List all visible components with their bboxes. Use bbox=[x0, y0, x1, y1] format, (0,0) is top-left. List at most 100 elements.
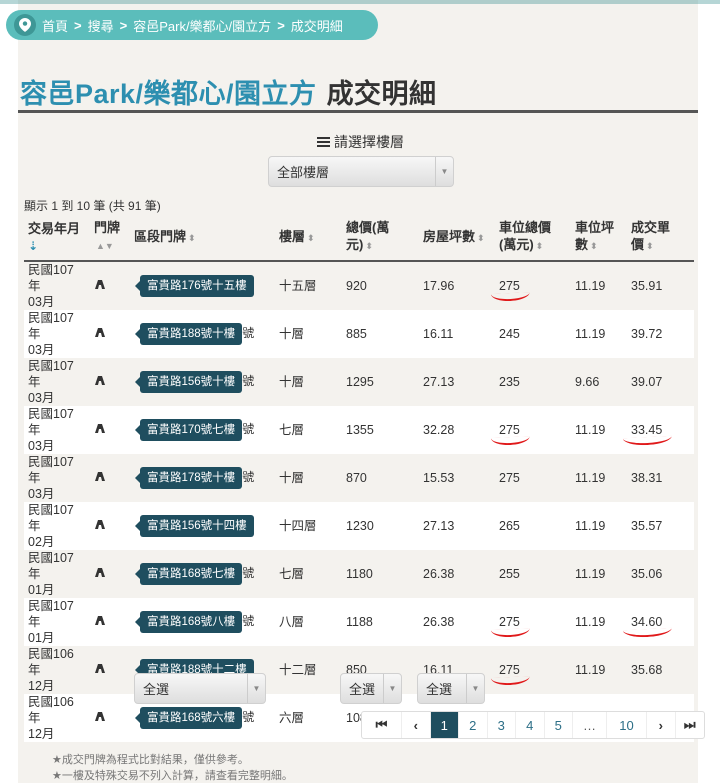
parking-price-value: 275 bbox=[499, 663, 520, 677]
cell-door[interactable] bbox=[90, 358, 130, 406]
cell-parking-area: 11.19 bbox=[575, 519, 606, 533]
col-parking-header[interactable]: 車位總價 (萬元) ⬍ bbox=[495, 214, 571, 261]
table-header-row: 交易年月 ⇣ 門牌 ▲▼ 區段門牌 ⬍ 樓層 ⬍ 總價(萬 元) ⬍ 房屋坪數 ⬍ 車位總價(… bbox=[24, 214, 694, 261]
table-row[interactable]: 民國107年 02月 富貴路156號十四樓 十四層 1230 27.13 265 11.19 3… bbox=[24, 502, 694, 550]
page-10[interactable]: 10 bbox=[607, 712, 647, 738]
menu-icon bbox=[317, 137, 330, 147]
building-icon[interactable] bbox=[94, 566, 106, 577]
building-icon[interactable] bbox=[94, 710, 106, 721]
cell-door[interactable] bbox=[90, 454, 130, 502]
cell-date: 民國107年 03月 bbox=[28, 263, 74, 309]
cell-door[interactable] bbox=[90, 406, 130, 454]
table-row[interactable]: 民國107年 01月 富貴路168號八樓號八層 1188 26.38 275 11.19 34… bbox=[24, 598, 694, 646]
cell-door[interactable] bbox=[90, 261, 130, 310]
address-tail: 號 bbox=[242, 566, 255, 580]
address-filter-select[interactable]: 全選 ▼ bbox=[134, 673, 266, 704]
total-filter-select[interactable]: 全選 ▼ bbox=[417, 673, 485, 704]
page-3[interactable]: 3 bbox=[488, 712, 516, 738]
table-row[interactable]: 民國107年 03月 富貴路176號十五樓 十五層 920 17.96 275 11.19 35… bbox=[24, 261, 694, 310]
table-row[interactable]: 民國107年 03月 富貴路178號十樓號十層 870 15.53 275 11.19 38.… bbox=[24, 454, 694, 502]
top-accent-line bbox=[0, 0, 720, 4]
building-icon[interactable] bbox=[94, 614, 106, 625]
cell-area: 27.13 bbox=[423, 519, 455, 533]
cell-door[interactable] bbox=[90, 310, 130, 358]
cell-door[interactable] bbox=[90, 598, 130, 646]
address-tail: 號 bbox=[242, 470, 255, 484]
cell-area: 17.96 bbox=[423, 279, 455, 293]
cell-floor: 十層 bbox=[279, 375, 305, 389]
red-underline-annotation: 34.60 bbox=[631, 614, 662, 630]
building-icon[interactable] bbox=[94, 662, 106, 673]
page-5[interactable]: 5 bbox=[545, 712, 573, 738]
col-date-header[interactable]: 交易年月 ⇣ bbox=[24, 214, 90, 261]
breadcrumb-separator: > bbox=[277, 17, 285, 33]
sort-icon: ⬍ bbox=[535, 241, 544, 251]
floor-select[interactable]: 全部樓層 ▼ bbox=[268, 156, 454, 187]
cell-area: 26.38 bbox=[423, 615, 455, 629]
footnotes: ★成交門牌為程式比對結果，僅供參考。 ★一樓及特殊交易不列入計算，請查看完整明細… bbox=[52, 752, 293, 783]
cell-total-price: 885 bbox=[346, 327, 367, 341]
unit-price-value: 35.06 bbox=[631, 567, 663, 581]
col-floor-header[interactable]: 樓層 ⬍ bbox=[275, 214, 342, 261]
next-page-icon[interactable]: › bbox=[647, 712, 676, 738]
address-filter-value: 全選 bbox=[143, 682, 170, 697]
cell-door[interactable] bbox=[90, 694, 130, 742]
cell-area: 16.11 bbox=[423, 327, 454, 341]
floor-filter-select[interactable]: 全選 ▼ bbox=[340, 673, 402, 704]
parking-price-value: 265 bbox=[499, 519, 520, 533]
unit-price-value: 39.72 bbox=[631, 327, 663, 341]
sort-icon: ⬍ bbox=[307, 232, 315, 243]
breadcrumb-community[interactable]: 容邑Park/樂都心/園立方 bbox=[133, 16, 271, 35]
cell-door[interactable] bbox=[90, 502, 130, 550]
page-title-sub: 成交明細 bbox=[326, 79, 437, 109]
col-total-header[interactable]: 總價(萬 元) ⬍ bbox=[342, 214, 419, 261]
address-tail: 號 bbox=[242, 710, 255, 724]
floor-filter-value: 全選 bbox=[349, 682, 376, 697]
red-underline-annotation: 275 bbox=[499, 614, 520, 630]
address-tail: 號 bbox=[242, 374, 255, 388]
chevron-down-icon: ▼ bbox=[247, 674, 265, 703]
address-tag: 富貴路170號七樓 bbox=[134, 419, 243, 441]
building-icon[interactable] bbox=[94, 278, 106, 289]
building-icon[interactable] bbox=[94, 374, 106, 385]
address-tail: 號 bbox=[242, 614, 255, 628]
page-1[interactable]: 1 bbox=[430, 712, 459, 738]
col-unit-price-header[interactable]: 成交單價 ⬍ bbox=[627, 214, 694, 261]
cell-parking-price: 265 bbox=[495, 502, 571, 550]
breadcrumb-home[interactable]: 首頁 bbox=[42, 16, 68, 35]
cell-parking-area: 11.19 bbox=[575, 423, 606, 437]
building-icon[interactable] bbox=[94, 470, 106, 481]
cell-door[interactable] bbox=[90, 550, 130, 598]
cell-parking-price: 235 bbox=[495, 358, 571, 406]
col-parking-area-header[interactable]: 車位坪數 ⬍ bbox=[571, 214, 627, 261]
building-icon[interactable] bbox=[94, 422, 106, 433]
parking-price-value: 275 bbox=[499, 615, 520, 629]
first-page-icon[interactable]: ⏮ bbox=[362, 712, 402, 738]
page-2[interactable]: 2 bbox=[459, 712, 488, 738]
table-row[interactable]: 民國107年 03月 富貴路156號十樓號十層 1295 27.13 235 9.66 39.… bbox=[24, 358, 694, 406]
col-address-header[interactable]: 區段門牌 ⬍ bbox=[130, 214, 275, 261]
cell-door[interactable] bbox=[90, 646, 130, 694]
sort-desc-icon: ⇣ bbox=[28, 238, 39, 253]
table-row[interactable]: 民國107年 03月 富貴路188號十樓號十層 885 16.11 245 11.19 39.… bbox=[24, 310, 694, 358]
page-4[interactable]: 4 bbox=[516, 712, 545, 738]
building-icon[interactable] bbox=[94, 326, 106, 337]
address-tag: 富貴路168號八樓 bbox=[134, 611, 243, 633]
parking-price-value: 245 bbox=[499, 327, 520, 341]
col-area-header[interactable]: 房屋坪數 ⬍ bbox=[419, 214, 495, 261]
breadcrumb-search[interactable]: 搜尋 bbox=[88, 16, 114, 35]
parking-price-value: 235 bbox=[499, 375, 520, 389]
table-row[interactable]: 民國107年 03月 富貴路170號七樓號七層 1355 32.28 275 11.19 33… bbox=[24, 406, 694, 454]
sort-icon: ⬍ bbox=[646, 241, 654, 251]
red-underline-annotation: 275 bbox=[499, 278, 520, 294]
address-tag: 富貴路156號十樓 bbox=[134, 371, 243, 393]
last-page-icon[interactable]: ⏭ bbox=[676, 712, 705, 738]
unit-price-value: 35.57 bbox=[631, 519, 663, 533]
table-row[interactable]: 民國107年 01月 富貴路168號七樓號七層 1180 26.38 255 11.19 35… bbox=[24, 550, 694, 598]
prev-page-icon[interactable]: ‹ bbox=[402, 712, 431, 738]
cell-date: 民國107年 01月 bbox=[28, 599, 74, 645]
chevron-down-icon: ▼ bbox=[435, 157, 453, 186]
building-icon[interactable] bbox=[94, 518, 106, 529]
cell-unit-price: 35.68 bbox=[627, 646, 694, 694]
floor-select-value: 全部樓層 bbox=[277, 165, 330, 180]
